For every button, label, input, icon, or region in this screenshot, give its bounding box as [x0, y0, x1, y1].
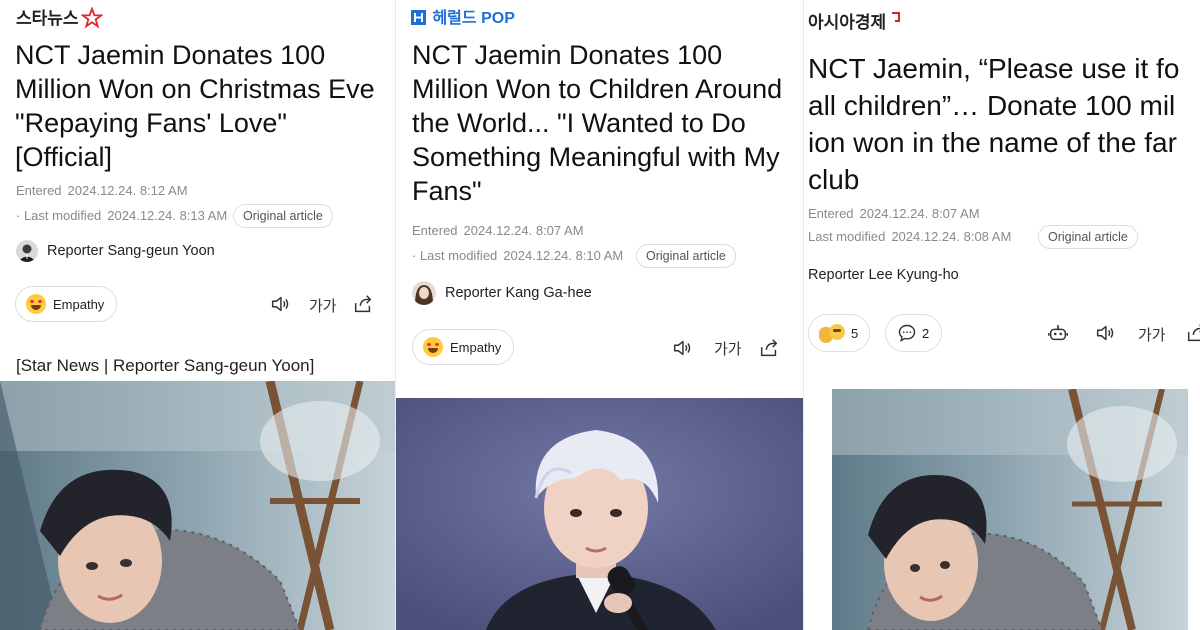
- font-size-label: 가가: [714, 341, 742, 358]
- modified-date: Last modified 2024.12.24. 8:08 AM: [808, 229, 1011, 244]
- headline-line: NCT Jaemin Donates 100: [15, 40, 326, 70]
- headline-line: NCT Jaemin Donates 100: [412, 40, 723, 70]
- entered-date: Entered 2024.12.24. 8:07 AM: [412, 223, 584, 238]
- logo-text: 헤럴드: [432, 10, 477, 27]
- reporter-avatar: [412, 281, 436, 305]
- entered-value: 2024.12.24. 8:07 AM: [859, 206, 980, 221]
- speaker-icon[interactable]: [1093, 321, 1117, 345]
- entered-date: Entered 2024.12.24. 8:12 AM: [16, 183, 188, 198]
- comment-count: 2: [922, 325, 930, 341]
- speaker-icon[interactable]: [268, 292, 292, 316]
- logo-text: 아시아경제: [808, 13, 887, 32]
- modified-label: Last modified: [808, 229, 886, 244]
- reporter-name: Reporter Lee Kyung-ho: [808, 267, 959, 283]
- empathy-button[interactable]: Empathy: [412, 329, 515, 365]
- article-panel-asia-economy: 아시아경제 NCT Jaemin, “Please use it fo all …: [804, 0, 1200, 630]
- smile-emoji-icon: [423, 337, 443, 357]
- logo-text: 스타뉴스: [16, 9, 79, 28]
- reaction-button[interactable]: 5: [808, 314, 871, 352]
- modified-date: · Last modified 2024.12.24. 8:13 AM: [16, 208, 228, 223]
- original-article-button[interactable]: Original article: [636, 244, 736, 268]
- modified-date: · Last modified 2024.12.24. 8:10 AM: [412, 248, 624, 263]
- original-article-button[interactable]: Original article: [233, 204, 333, 228]
- reporter-name: Reporter Sang-geun Yoon: [47, 243, 215, 259]
- article-headline: NCT Jaemin Donates 100 Million Won to Ch…: [412, 38, 782, 208]
- asia-economy-logo[interactable]: 아시아경제: [808, 8, 900, 33]
- modified-value: 2024.12.24. 8:10 AM: [503, 248, 624, 263]
- headline-line: Something Meaningful with My: [412, 142, 780, 172]
- herald-pop-logo[interactable]: 헤럴드 POP: [411, 4, 515, 28]
- empathy-label: Empathy: [450, 339, 502, 355]
- share-icon[interactable]: [1184, 321, 1200, 345]
- star-news-logo[interactable]: 스타뉴스: [16, 4, 104, 29]
- headline-line: the World... "I Wanted to Do: [412, 108, 746, 138]
- headline-line: NCT Jaemin, “Please use it fo: [808, 53, 1180, 84]
- font-size-button[interactable]: 가가: [309, 295, 337, 316]
- reporter-byline[interactable]: Reporter Sang-geun Yoon: [16, 240, 215, 262]
- article-headline: NCT Jaemin, “Please use it fo all childr…: [808, 50, 1179, 198]
- empathy-button[interactable]: Empathy: [15, 286, 118, 322]
- reporter-byline[interactable]: Reporter Lee Kyung-ho: [808, 267, 959, 283]
- headline-line: Million Won to Children Around: [412, 74, 783, 104]
- font-size-label: 가가: [309, 298, 337, 315]
- robot-icon[interactable]: [1046, 321, 1070, 345]
- article-headline: NCT Jaemin Donates 100 Million Won on Ch…: [15, 38, 375, 174]
- article-photo[interactable]: [832, 389, 1188, 630]
- headline-line: Million Won on Christmas Eve: [15, 74, 375, 104]
- entered-label: Entered: [16, 183, 62, 198]
- reporter-avatar: [16, 240, 38, 262]
- empathy-label: Empathy: [53, 296, 105, 312]
- share-icon[interactable]: [351, 292, 375, 316]
- herald-h-icon: [411, 9, 426, 25]
- entered-date: Entered 2024.12.24. 8:07 AM: [808, 206, 980, 221]
- entered-value: 2024.12.24. 8:07 AM: [463, 223, 584, 238]
- reaction-count: 5: [851, 325, 859, 341]
- entered-value: 2024.12.24. 8:12 AM: [67, 183, 188, 198]
- headline-line: Fans": [412, 176, 482, 206]
- clap-emoji-icon: [819, 323, 847, 343]
- reporter-name: Reporter Kang Ga-hee: [445, 285, 592, 301]
- font-size-button[interactable]: 가가: [714, 338, 742, 359]
- article-photo[interactable]: [0, 381, 396, 630]
- headline-line: [Official]: [15, 142, 113, 172]
- modified-value: 2024.12.24. 8:08 AM: [891, 229, 1012, 244]
- asia-economy-mark-icon: [891, 11, 900, 22]
- share-icon[interactable]: [757, 336, 781, 360]
- speaker-icon[interactable]: [670, 336, 694, 360]
- logo-suffix: POP: [481, 10, 515, 27]
- entered-label: Entered: [808, 206, 854, 221]
- article-panel-herald-pop: 헤럴드 POP NCT Jaemin Donates 100 Million W…: [396, 0, 804, 630]
- original-article-button[interactable]: Original article: [1038, 225, 1138, 249]
- article-source-line: [Star News | Reporter Sang-geun Yoon]: [16, 356, 315, 375]
- headline-line: "Repaying Fans' Love": [15, 108, 287, 138]
- article-photo[interactable]: [396, 398, 804, 630]
- reporter-byline[interactable]: Reporter Kang Ga-hee: [412, 281, 592, 305]
- headline-line: ion won in the name of the far: [808, 127, 1177, 158]
- entered-label: Entered: [412, 223, 458, 238]
- modified-label: Last modified: [23, 208, 102, 223]
- comment-icon: [898, 324, 916, 342]
- comment-button[interactable]: 2: [885, 314, 943, 352]
- smile-emoji-icon: [26, 294, 46, 314]
- modified-label: Last modified: [419, 248, 498, 263]
- font-size-button[interactable]: 가가: [1138, 324, 1166, 345]
- headline-line: club: [808, 164, 860, 195]
- modified-value: 2024.12.24. 8:13 AM: [107, 208, 228, 223]
- headline-line: all children”… Donate 100 mil: [808, 90, 1176, 121]
- star-icon: [81, 6, 104, 29]
- article-panel-star-news: 스타뉴스 NCT Jaemin Donates 100 Million Won …: [0, 0, 396, 630]
- font-size-label: 가가: [1138, 327, 1166, 344]
